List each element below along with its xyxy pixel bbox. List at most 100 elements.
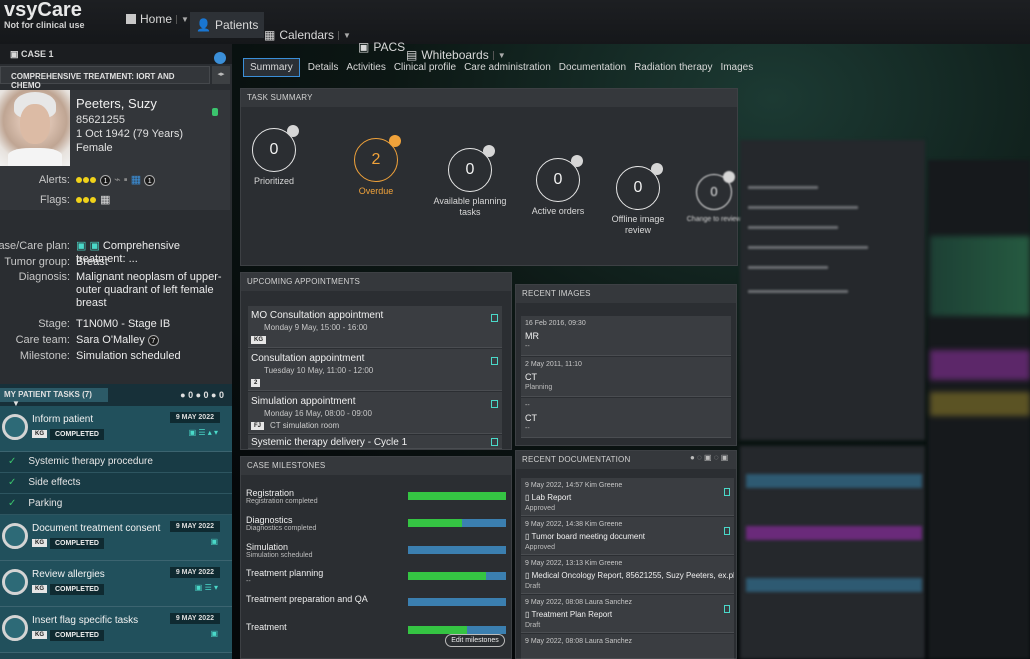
patient-name[interactable]: Peeters, Suzy — [76, 96, 157, 111]
flags-icons[interactable]: ▦ — [76, 194, 226, 207]
task-item[interactable]: Review allergies 9 MAY 2022 KG COMPLETED… — [0, 561, 232, 607]
tab-documentation[interactable]: Documentation — [559, 59, 626, 76]
stage-label: Stage: — [38, 318, 70, 330]
subtask-item[interactable]: ✓ Parking — [0, 494, 232, 515]
tumor-value: Breast — [76, 256, 108, 268]
doc-item[interactable]: 9 May 2022, 08:08 Laura Sanchez — [521, 634, 734, 659]
attach-icon — [724, 488, 730, 496]
tab-clinical-profile[interactable]: Clinical profile — [394, 59, 456, 76]
task-summary-title: TASK SUMMARY — [241, 89, 737, 107]
care-plan-select[interactable]: COMPREHENSIVE TREATMENT: IORT AND CHEMO — [0, 66, 210, 90]
nav-patients[interactable]: 👤 Patients — [190, 12, 265, 38]
grid-icon — [126, 14, 136, 24]
order-icon — [571, 155, 583, 167]
tab-details[interactable]: Details — [308, 59, 339, 76]
task-status-icon — [2, 523, 28, 549]
subtask-item[interactable]: ✓ Systemic therapy procedure — [0, 452, 232, 473]
task-item[interactable]: Document treatment consent 9 MAY 2022 KG… — [0, 515, 232, 561]
image-icon — [651, 163, 663, 175]
task-actions-icon[interactable]: ▣ — [210, 629, 218, 638]
doc-item[interactable]: 9 May 2022, 08:08 Laura Sanchez ▯ Treatm… — [521, 595, 734, 633]
task-actions-icon[interactable]: ▣ — [210, 537, 218, 546]
task-name: Insert flag specific tasks — [32, 615, 139, 626]
task-actions-icon[interactable]: ▣ ☰ ▾ — [195, 583, 218, 592]
docs-toolbar-icons[interactable]: ● ◌ ▣ ◌ ▣ — [690, 453, 728, 462]
care-team-label: Care team: — [15, 334, 70, 346]
task-item[interactable]: Inform patient 9 MAY 2022 KG COMPLETED ▣… — [0, 406, 232, 452]
task-name: Inform patient — [32, 414, 94, 425]
task-date: 9 MAY 2022 — [169, 521, 220, 532]
alerts-label: Alerts: — [38, 174, 70, 186]
careplan-label: Case/Care plan: — [0, 240, 70, 252]
task-date: 9 MAY 2022 — [169, 613, 220, 624]
milestone-progress-bar — [408, 519, 506, 527]
chevron-down-icon[interactable]: ▼ — [176, 14, 189, 24]
image-item[interactable]: 16 Feb 2016, 09:30 MR -- — [521, 316, 731, 356]
tasks-filter-select[interactable]: MY PATIENT TASKS (7) ▼ — [0, 388, 108, 408]
nav-home-label: Home — [140, 12, 173, 26]
patient-photo — [0, 90, 70, 166]
doc-item[interactable]: 9 May 2022, 14:38 Kim Greene ▯ Tumor boa… — [521, 517, 734, 555]
case-icon: ▣ — [10, 49, 22, 59]
task-item[interactable]: Insert flag specific tasks 9 MAY 2022 KG… — [0, 607, 232, 653]
brand-logo: vsyCare Not for clinical use — [4, 0, 85, 30]
image-item[interactable]: -- CT -- — [521, 398, 731, 438]
summary-active-orders[interactable]: 0 Active orders — [518, 155, 598, 217]
check-icon: ✓ — [8, 498, 17, 509]
task-actions-icon[interactable]: ▣ ☰ ▴ ▾ — [189, 428, 218, 437]
patient-dob: 1 Oct 1942 (79 Years) — [76, 128, 184, 140]
appointment-item[interactable]: Systemic therapy delivery - Cycle 1 — [248, 435, 502, 449]
task-date: 9 MAY 2022 — [169, 567, 220, 578]
plan-nav-arrows[interactable]: ◂▸ — [212, 66, 230, 84]
task-status: COMPLETED — [50, 429, 104, 440]
nav-calendars[interactable]: ▦ Calendars ▼ — [258, 24, 357, 46]
tab-summary[interactable]: Summary — [243, 57, 300, 77]
summary-offline-image-review[interactable]: 0 Offline image review — [598, 163, 678, 236]
calendar-icon — [491, 400, 498, 408]
recent-images-title: RECENT IMAGES — [516, 285, 736, 303]
alerts-icons[interactable]: 1 ⌁ ▪ ▦ 1 — [76, 174, 226, 187]
chevron-down-icon[interactable]: ▼ — [338, 30, 351, 40]
globe-icon[interactable] — [214, 52, 226, 64]
milestone-row: Treatment — [246, 622, 508, 634]
nav-home[interactable]: Home ▼ — [120, 8, 195, 30]
subtask-item[interactable]: ✓ Side effects — [0, 473, 232, 494]
review-icon — [723, 171, 735, 183]
milestone-label: Milestone: — [19, 350, 70, 362]
plan-label: COMPREHENSIVE TREATMENT: IORT AND CHEMO — [11, 72, 175, 90]
brand-subtitle: Not for clinical use — [4, 20, 85, 30]
calendar-icon — [491, 314, 498, 322]
doc-item[interactable]: 9 May 2022, 13:13 Kim Greene ▯ Medical O… — [521, 556, 734, 594]
tab-activities[interactable]: Activities — [346, 59, 385, 76]
task-status: COMPLETED — [50, 630, 104, 641]
task-status: COMPLETED — [50, 584, 104, 595]
appointment-item[interactable]: Simulation appointment Monday 16 May, 08… — [248, 392, 502, 434]
task-status-icon — [2, 414, 28, 440]
person-icon: 👤 — [196, 18, 211, 32]
stage-value: T1N0M0 - Stage IB — [76, 318, 171, 330]
tab-images[interactable]: Images — [720, 59, 753, 76]
flags-label: Flags: — [40, 194, 70, 206]
tab-care-administration[interactable]: Care administration — [464, 59, 551, 76]
tumor-label: Tumor group: — [4, 256, 70, 268]
summary-prioritized[interactable]: 0 Prioritized — [234, 125, 314, 187]
care-team-value[interactable]: Sara O'Malley 7 — [76, 334, 226, 347]
nav-patients-label: Patients — [214, 18, 259, 32]
image-item[interactable]: 2 May 2011, 11:10 CT Planning — [521, 357, 731, 397]
edit-milestones-button[interactable]: Edit milestones — [445, 634, 505, 647]
case-header[interactable]: ▣ CASE 1 — [0, 44, 232, 64]
check-icon: ✓ — [8, 477, 17, 488]
summary-overdue[interactable]: 2 Overdue — [336, 135, 416, 197]
task-status-icon — [2, 569, 28, 595]
tab-radiation-therapy[interactable]: Radiation therapy — [634, 59, 712, 76]
appointment-item[interactable]: MO Consultation appointment Monday 9 May… — [248, 306, 502, 348]
doc-item[interactable]: 9 May 2022, 14:57 Kim Greene ▯ Lab Repor… — [521, 478, 734, 516]
gear-icon — [483, 145, 495, 157]
appointment-item[interactable]: Consultation appointment Tuesday 10 May,… — [248, 349, 502, 391]
alert-icon — [287, 125, 299, 137]
diagnosis-label: Diagnosis: — [18, 271, 70, 283]
summary-available-planning[interactable]: 0 Available planning tasks — [430, 145, 510, 218]
task-assignee: KG — [32, 585, 47, 593]
milestone-progress-bar — [408, 492, 506, 500]
task-name: Review allergies — [32, 569, 105, 580]
